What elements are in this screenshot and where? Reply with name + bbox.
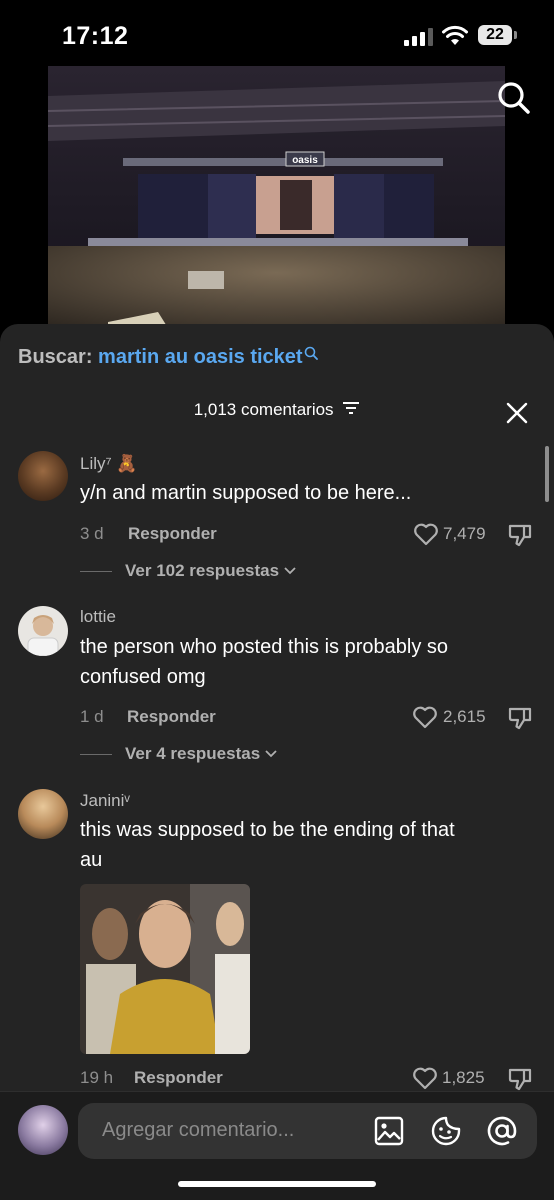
comment-age: 1 d bbox=[80, 707, 104, 726]
user-avatar[interactable] bbox=[18, 1105, 68, 1155]
comment-photo-image bbox=[80, 884, 250, 1054]
dislike-icon[interactable] bbox=[507, 522, 533, 548]
search-icon[interactable] bbox=[496, 80, 532, 116]
replies-divider bbox=[80, 754, 112, 755]
cellular-signal-icon bbox=[404, 28, 433, 46]
view-replies-label: Ver 102 respuestas bbox=[125, 561, 280, 580]
search-small-icon bbox=[304, 346, 318, 360]
reply-button[interactable]: Responder bbox=[127, 707, 216, 727]
view-replies-button[interactable]: Ver 102 respuestas bbox=[125, 561, 296, 581]
like-count: 2,615 bbox=[443, 707, 486, 726]
status-bar: 17:12 22 bbox=[0, 0, 554, 66]
comment-username[interactable]: Janiniᵛ bbox=[80, 791, 130, 811]
comment-text-line: y/n and martin supposed to be here... bbox=[80, 482, 412, 504]
comment-text-line: the person who posted this is probably s… bbox=[80, 636, 448, 658]
heart-icon[interactable] bbox=[412, 705, 438, 729]
stage-banner: oasis bbox=[292, 155, 318, 166]
comment-age: 3 d bbox=[80, 524, 104, 543]
avatar[interactable] bbox=[18, 606, 68, 656]
comment-text: y/n and martin supposed to be here... bbox=[80, 478, 411, 508]
comment-text: this was supposed to be the ending of th… bbox=[80, 815, 455, 875]
comment-text-line: confused omg bbox=[80, 666, 206, 688]
avatar[interactable] bbox=[18, 451, 68, 501]
battery-tip bbox=[514, 31, 517, 39]
avatar[interactable] bbox=[18, 789, 68, 839]
chevron-down-icon bbox=[265, 750, 277, 758]
like-count: 7,479 bbox=[443, 524, 486, 543]
comment-input-placeholder[interactable]: Agregar comentario... bbox=[102, 1119, 294, 1142]
heart-icon[interactable] bbox=[412, 1066, 438, 1090]
clock: 17:12 bbox=[62, 22, 129, 50]
comment-text-line: this was supposed to be the ending of th… bbox=[80, 819, 455, 841]
view-replies-label: Ver 4 respuestas bbox=[125, 744, 261, 763]
home-indicator[interactable] bbox=[178, 1181, 376, 1187]
like-count: 1,825 bbox=[442, 1068, 485, 1087]
search-label: Buscar: bbox=[18, 346, 93, 368]
avatar-image bbox=[27, 615, 59, 656]
sort-icon[interactable] bbox=[342, 401, 360, 415]
close-icon[interactable] bbox=[505, 401, 529, 425]
battery-level: 22 bbox=[478, 25, 512, 45]
scrollbar[interactable] bbox=[545, 446, 549, 502]
concert-video-frame: oasis bbox=[48, 66, 505, 336]
dislike-icon[interactable] bbox=[507, 1066, 533, 1092]
dislike-icon[interactable] bbox=[507, 705, 533, 731]
sticker-icon[interactable] bbox=[430, 1115, 462, 1147]
comment-text: the person who posted this is probably s… bbox=[80, 632, 448, 692]
video-player[interactable]: oasis bbox=[48, 66, 505, 336]
view-replies-button[interactable]: Ver 4 respuestas bbox=[125, 744, 277, 764]
comment-username[interactable]: lottie bbox=[80, 607, 116, 627]
image-icon[interactable] bbox=[374, 1116, 404, 1146]
comment-photo[interactable] bbox=[80, 884, 250, 1054]
comment-text-line: au bbox=[80, 849, 103, 871]
search-suggestion[interactable]: Buscar: martin au oasis ticket bbox=[18, 346, 318, 369]
comment-count-header[interactable]: 1,013 comentarios bbox=[0, 400, 554, 420]
comment-count: 1,013 comentarios bbox=[193, 400, 334, 419]
chevron-down-icon bbox=[284, 567, 296, 575]
mention-icon[interactable] bbox=[486, 1115, 518, 1147]
wifi-icon bbox=[442, 25, 468, 45]
heart-icon[interactable] bbox=[413, 522, 439, 546]
search-query[interactable]: martin au oasis ticket bbox=[98, 346, 303, 368]
comment-age: 19 h bbox=[80, 1068, 114, 1087]
comment-username[interactable]: Lily⁷ 🧸 bbox=[80, 454, 138, 474]
reply-button[interactable]: Responder bbox=[128, 524, 217, 544]
reply-button[interactable]: Responder bbox=[134, 1068, 223, 1088]
replies-divider bbox=[80, 571, 112, 572]
